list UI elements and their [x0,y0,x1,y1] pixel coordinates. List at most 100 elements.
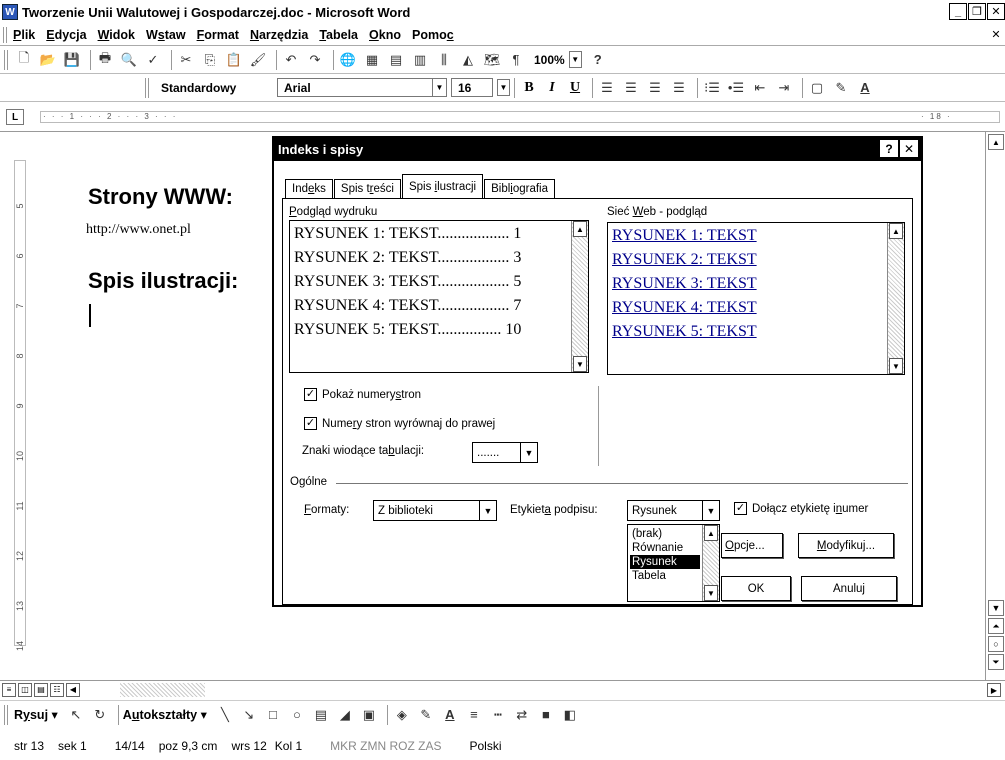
increase-indent-icon[interactable]: ⇥ [774,78,794,98]
caption-label-select[interactable]: Rysunek ▼ [627,500,720,521]
dialog-title-bar[interactable]: Indeks i spisy ? ✕ [274,138,921,161]
include-label-number-checkbox[interactable]: ✓ Dołącz etykietę i n umer [734,502,868,515]
arrow-icon[interactable]: ↘ [239,705,259,725]
scroll-down-icon[interactable]: ▼ [704,585,718,601]
line-color-icon[interactable]: ✎ [416,705,436,725]
open-icon[interactable]: 📂 [38,50,58,70]
dropdown-option[interactable]: (brak) [630,527,664,541]
dialog-close-button[interactable]: ✕ [900,140,918,157]
toolbar-grip[interactable] [4,49,8,70]
rectangle-icon[interactable]: □ [263,705,283,725]
insert-excel-icon[interactable]: ▥ [410,50,430,70]
tab-table-of-figures[interactable]: Spis ilustracji [401,174,484,198]
scroll-left-icon[interactable]: ◀ [66,682,80,697]
menu-format[interactable]: Format [197,28,239,42]
previous-page-icon[interactable]: ⏶ [988,618,1004,634]
restore-button[interactable]: ❐ [968,3,986,20]
select-objects-icon[interactable]: ↖ [66,705,86,725]
align-center-icon[interactable]: ☰ [621,78,641,98]
web-preview-scrollbar[interactable]: ▲ ▼ [887,223,904,374]
new-document-icon[interactable]: 🗋 [14,50,34,70]
outline-view-icon[interactable]: ☷ [50,682,64,697]
text-color-icon[interactable]: A [440,705,460,725]
right-align-page-numbers-checkbox[interactable]: ✓ Nume r y stron wyrównaj do prawej [304,417,495,430]
vertical-ruler[interactable]: 5 6 7 8 9 10 11 12 13 14 [0,132,40,660]
options-button[interactable]: Opcje... [721,533,783,558]
print-preview-icon[interactable]: 🔍 [119,50,139,70]
web-preview-link[interactable]: RYSUNEK 5: TEKST [612,323,757,341]
tab-table-of-contents[interactable]: Spis treści [333,179,401,198]
doc-url[interactable]: http://www.onet.pl [86,222,191,238]
vertical-scrollbar[interactable]: ▲ ▼ ⏶ ○ ⏷ [985,132,1005,680]
menubar-grip[interactable] [3,26,7,43]
style-combo[interactable]: Standardowy [155,78,273,97]
scroll-down-icon[interactable]: ▼ [889,358,903,374]
web-view-icon[interactable]: ◫ [18,682,32,697]
font-color-icon[interactable]: A [855,78,875,98]
modify-button[interactable]: Modyfikuj... [798,533,894,558]
text-box-icon[interactable]: ▤ [311,705,331,725]
zoom-value[interactable]: 100% [534,53,565,67]
horizontal-ruler[interactable]: L · · · 1 · · · 2 · · · 3 · · · · 18 · [0,102,1005,132]
align-left-icon[interactable]: ☰ [597,78,617,98]
print-icon[interactable]: 🖶 [95,50,115,70]
undo-icon[interactable]: ↶ [281,50,301,70]
drawing-icon[interactable]: ◭ [458,50,478,70]
chevron-down-icon[interactable]: ▼ [479,501,496,520]
shadow-icon[interactable]: ■ [536,705,556,725]
bullets-icon[interactable]: •☰ [726,78,746,98]
show-page-numbers-checkbox[interactable]: ✓ Pokaż numery s tron [304,388,421,401]
menu-wstaw[interactable]: Wstaw [146,28,186,42]
columns-icon[interactable]: ⫼ [434,50,454,70]
scroll-up-icon[interactable]: ▲ [988,134,1004,150]
dash-style-icon[interactable]: ┅ [488,705,508,725]
dropdown-option-selected[interactable]: Rysunek [630,555,700,569]
border-icon[interactable]: ▢ [807,78,827,98]
help-icon[interactable]: ? [588,50,608,70]
justify-icon[interactable]: ☰ [669,78,689,98]
document-map-icon[interactable]: 🗺 [482,50,502,70]
zoom-dropdown-icon[interactable]: ▼ [568,51,582,68]
scroll-down-icon[interactable]: ▼ [573,356,587,372]
checkmark-icon[interactable]: ✓ [304,417,317,430]
formats-select[interactable]: Z biblioteki ▼ [373,500,497,521]
print-view-icon[interactable]: ▤ [34,682,48,697]
menu-pomoc[interactable]: Pomoc [412,28,454,42]
toolbar-grip[interactable] [145,77,149,98]
oval-icon[interactable]: ○ [287,705,307,725]
browse-object-icon[interactable]: ○ [988,636,1004,652]
cancel-button[interactable]: Anuluj [801,576,897,601]
chevron-down-icon[interactable]: ▼ [520,443,537,462]
autoshapes-menu[interactable]: Autokształty ▾ [123,707,207,722]
save-icon[interactable]: 💾 [62,50,82,70]
tab-index[interactable]: Indeks [285,179,333,198]
font-size-dropdown-icon[interactable]: ▼ [497,79,510,96]
redo-icon[interactable]: ↷ [305,50,325,70]
hyperlink-icon[interactable]: 🌐 [338,50,358,70]
dialog-help-button[interactable]: ? [880,140,898,157]
cut-icon[interactable]: ✂ [176,50,196,70]
decrease-indent-icon[interactable]: ⇤ [750,78,770,98]
show-hide-icon[interactable]: ¶ [506,50,526,70]
tab-bibliography[interactable]: Bibliografia [484,179,556,198]
scroll-down-icon[interactable]: ▼ [988,600,1004,616]
tables-borders-icon[interactable]: ▦ [362,50,382,70]
chevron-down-icon[interactable]: ▼ [432,79,446,96]
scroll-right-icon[interactable]: ▶ [987,683,1001,697]
fill-color-icon[interactable]: ◈ [392,705,412,725]
web-preview-link[interactable]: RYSUNEK 1: TEKST [612,227,757,245]
horizontal-scroll-thumb[interactable] [120,683,205,697]
print-preview-scrollbar[interactable]: ▲ ▼ [571,221,588,372]
menu-edycja[interactable]: Edycja [46,28,86,42]
bold-button[interactable]: B [519,78,539,98]
format-painter-icon[interactable]: 🖌 [248,50,268,70]
numbering-icon[interactable]: ⁝☰ [702,78,722,98]
wordart-icon[interactable]: ◢ [335,705,355,725]
next-page-icon[interactable]: ⏷ [988,654,1004,670]
close-document-icon[interactable]: ✕ [989,27,1003,42]
menu-widok[interactable]: Widok [98,28,135,42]
minimize-button[interactable]: _ [949,3,967,20]
menu-okno[interactable]: Okno [369,28,401,42]
line-icon[interactable]: ╲ [215,705,235,725]
free-rotate-icon[interactable]: ↻ [90,705,110,725]
